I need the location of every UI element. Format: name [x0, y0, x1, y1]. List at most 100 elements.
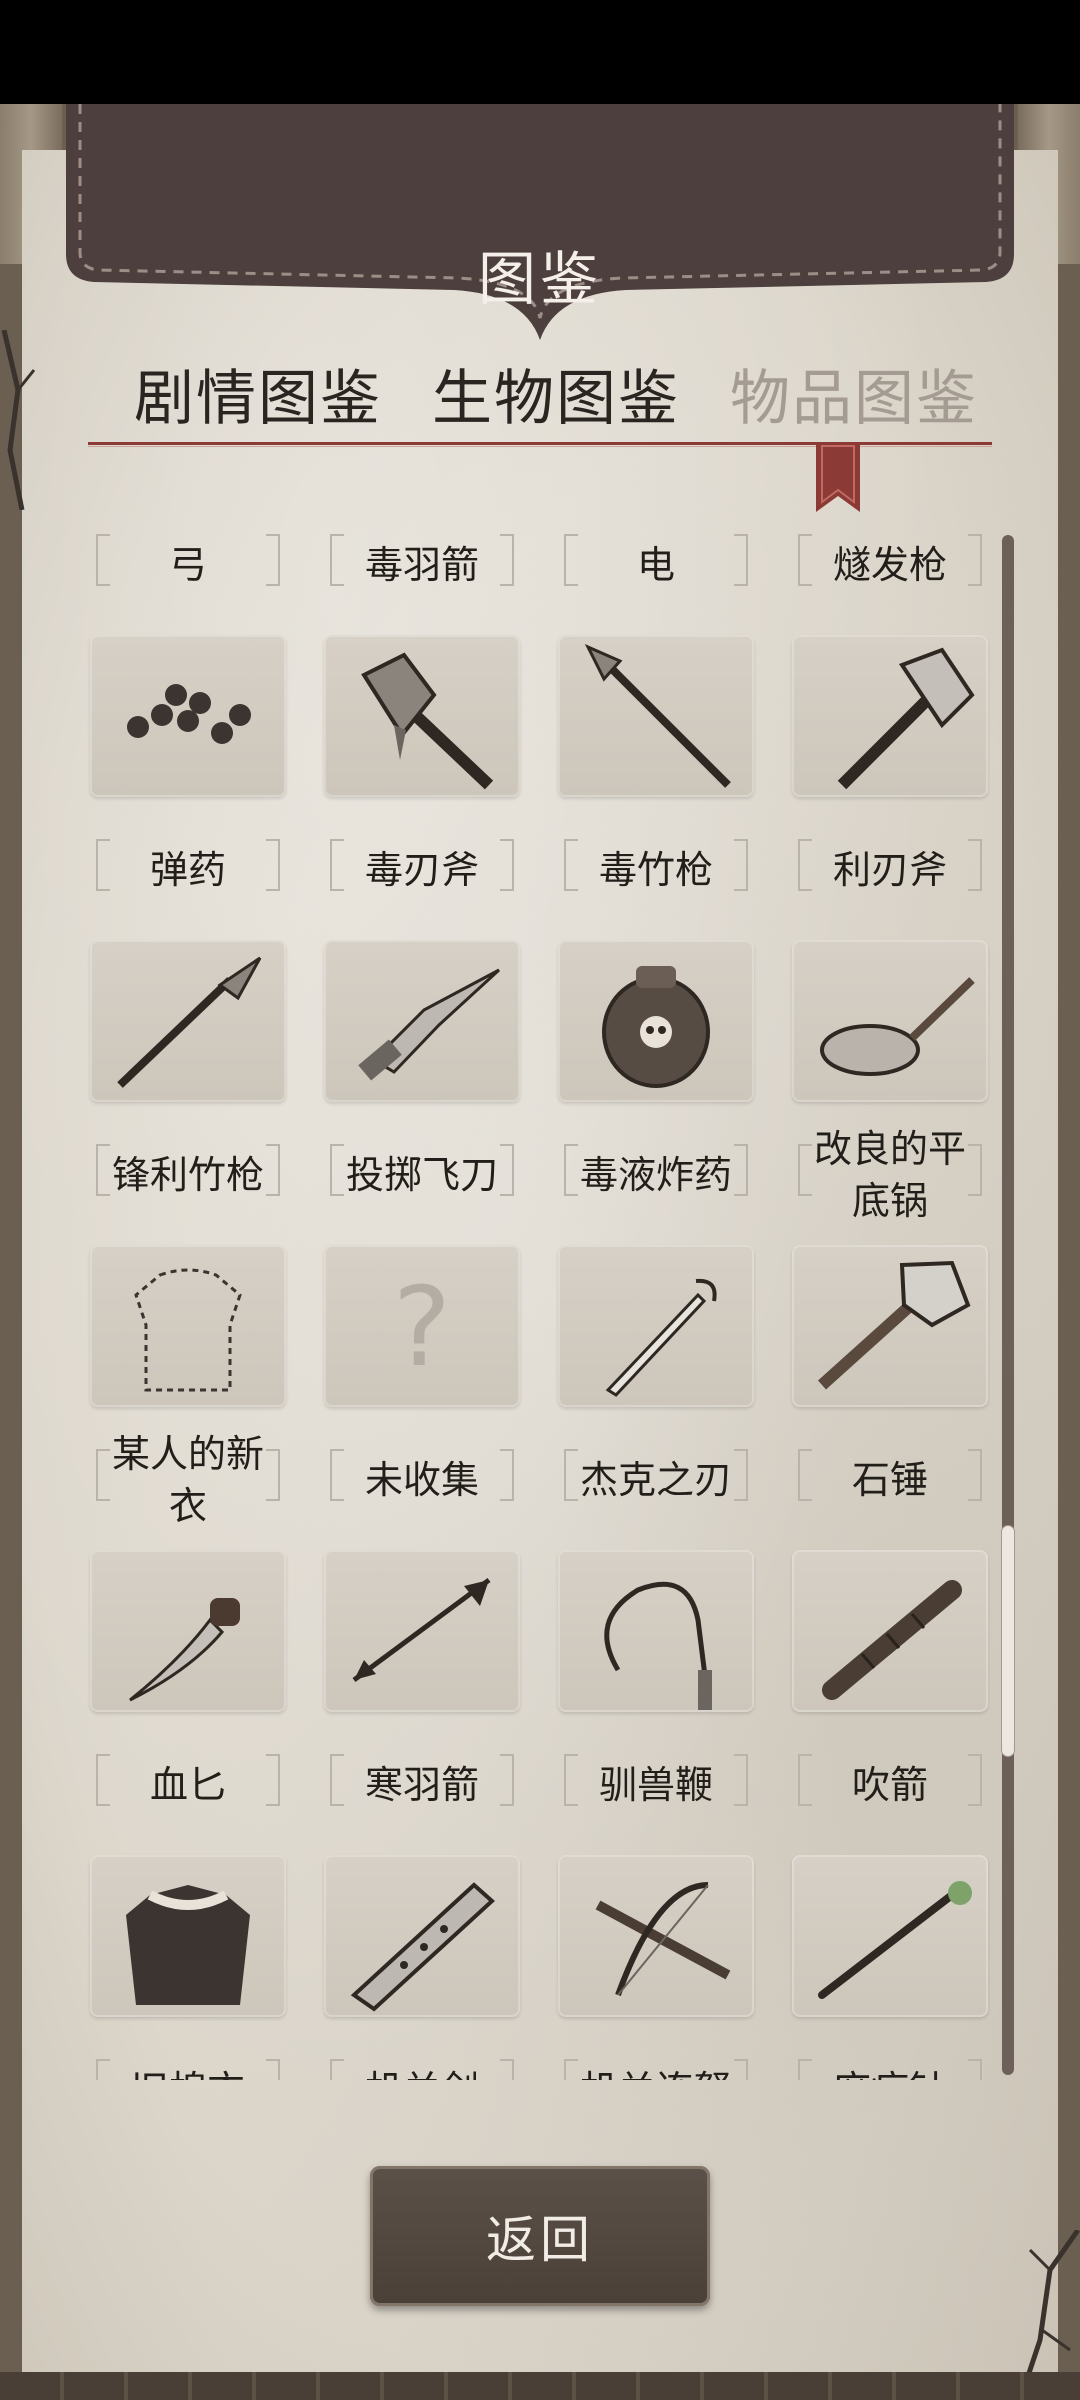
item-card[interactable]: 寒羽箭	[294, 1550, 528, 1850]
item-slot[interactable]	[90, 940, 286, 1102]
item-label: 弓	[168, 543, 207, 587]
item-label-frame: 毒竹枪	[564, 815, 748, 925]
item-card[interactable]: 毒羽箭	[294, 520, 528, 630]
item-label-frame: 旧棉衣	[96, 2035, 280, 2080]
item-card[interactable]: 改良的平底锅	[762, 940, 996, 1240]
old-cotton-coat-icon	[126, 1885, 250, 2005]
item-card[interactable]: 石锤	[762, 1245, 996, 1545]
item-card[interactable]: 燧发枪	[762, 520, 996, 630]
item-slot[interactable]	[558, 1550, 754, 1712]
throwing-knife-icon	[358, 968, 501, 1081]
item-card[interactable]: 麻痹针	[762, 1855, 996, 2080]
item-slot[interactable]	[792, 1855, 988, 2017]
question-mark-icon: ?	[393, 1263, 451, 1391]
back-button[interactable]: 返回	[370, 2166, 710, 2306]
item-label-frame: 毒羽箭	[330, 520, 514, 620]
item-label: 改良的平底锅	[813, 1127, 966, 1223]
item-slot[interactable]	[324, 635, 520, 797]
item-label-frame: 弹药	[96, 815, 280, 925]
item-slot[interactable]	[792, 1550, 988, 1712]
dotted-garment-icon	[134, 1268, 242, 1392]
item-label-frame: 锋利竹枪	[96, 1120, 280, 1230]
item-label-frame: 杰克之刃	[564, 1425, 748, 1535]
sharp-bamboo-spear-icon	[117, 956, 262, 1088]
stone-hammer-icon	[817, 1260, 971, 1390]
item-label-frame: 毒液炸药	[564, 1120, 748, 1230]
sharp-axe-icon	[837, 647, 975, 790]
item-label: 未收集	[364, 1458, 479, 1502]
item-slot[interactable]	[90, 1245, 286, 1407]
item-slot[interactable]	[558, 940, 754, 1102]
item-label: 弹药	[149, 848, 226, 892]
item-slot[interactable]	[324, 940, 520, 1102]
item-card[interactable]: 杰克之刃	[528, 1245, 762, 1545]
scrollbar-thumb[interactable]	[1002, 1526, 1014, 1756]
item-slot[interactable]	[324, 1855, 520, 2017]
item-slot[interactable]	[90, 635, 286, 797]
item-label-frame: 机关连弩	[564, 2035, 748, 2080]
item-label-frame: 燧发枪	[798, 520, 982, 620]
item-label-frame: 弓	[96, 520, 280, 620]
item-label-frame: 投掷飞刀	[330, 1120, 514, 1230]
item-card[interactable]: 毒竹枪	[528, 635, 762, 935]
scrollbar-track[interactable]	[1002, 535, 1014, 2075]
item-card[interactable]: 机关连弩	[528, 1855, 762, 2080]
item-label-frame: 寒羽箭	[330, 1730, 514, 1840]
item-card[interactable]: 驯兽鞭	[528, 1550, 762, 1850]
blowgun-icon	[822, 1580, 962, 1700]
item-slot[interactable]	[558, 1245, 754, 1407]
item-label-frame: 麻痹针	[798, 2035, 982, 2080]
item-label-frame: 电	[564, 520, 748, 620]
title-banner: 图鉴	[66, 104, 1014, 340]
item-card[interactable]: 电	[528, 520, 762, 630]
item-card[interactable]: 某人的新衣	[60, 1245, 294, 1545]
item-card[interactable]: 投掷飞刀	[294, 940, 528, 1240]
item-card[interactable]: 锋利竹枪	[60, 940, 294, 1240]
item-label: 毒竹枪	[598, 848, 713, 892]
item-label: 毒羽箭	[364, 543, 479, 587]
page-title: 图鉴	[477, 245, 602, 313]
item-label-frame: 毒刃斧	[330, 815, 514, 925]
item-label: 杰克之刃	[579, 1458, 732, 1502]
tab-creatures[interactable]: 生物图鉴	[432, 350, 680, 437]
item-slot[interactable]	[792, 1245, 988, 1407]
tab-story[interactable]: 剧情图鉴	[134, 350, 382, 437]
item-card[interactable]: 旧棉衣	[60, 1855, 294, 2080]
item-slot[interactable]	[792, 635, 988, 797]
active-tab-marker-icon	[816, 442, 860, 512]
item-card[interactable]: 吹箭	[762, 1550, 996, 1850]
item-slot[interactable]	[324, 1550, 520, 1712]
item-label: 毒刃斧	[364, 848, 479, 892]
repeating-crossbow-icon	[595, 1882, 731, 1997]
item-card[interactable]: 利刃斧	[762, 635, 996, 935]
item-card[interactable]: 弹药	[60, 635, 294, 935]
item-label: 血匕	[149, 1763, 226, 1807]
item-slot[interactable]	[558, 635, 754, 797]
category-tabs: 剧情图鉴 生物图鉴 物品图鉴	[90, 350, 990, 440]
status-bar	[0, 0, 1080, 104]
item-card[interactable]: 机关剑	[294, 1855, 528, 2080]
item-label: 投掷飞刀	[345, 1153, 498, 1197]
item-slot[interactable]: ?	[324, 1245, 520, 1407]
item-slot[interactable]	[90, 1855, 286, 2017]
item-card[interactable]: 血匕	[60, 1550, 294, 1850]
tab-items[interactable]: 物品图鉴	[730, 350, 978, 437]
item-card[interactable]: 毒刃斧	[294, 635, 528, 935]
item-label: 锋利竹枪	[111, 1153, 264, 1197]
item-label: 燧发枪	[832, 543, 947, 587]
item-label: 石锤	[851, 1458, 928, 1502]
item-card[interactable]: ? 未收集	[294, 1245, 528, 1545]
venom-bomb-icon	[602, 966, 710, 1088]
item-card[interactable]: 毒液炸药	[528, 940, 762, 1240]
jack-blade-icon	[605, 1278, 717, 1397]
item-slot[interactable]	[558, 1855, 754, 2017]
item-label: 电	[636, 543, 675, 587]
twig-decoration-left	[1, 330, 36, 510]
item-grid[interactable]: 弓 毒羽箭 电 燧发枪弹药 毒刃斧 毒竹枪 利刃斧锋利竹枪 投掷飞刀 毒液炸药 改良的平底锅某人的…	[60, 520, 1020, 2080]
item-slot[interactable]	[90, 1550, 286, 1712]
blood-dagger-icon	[129, 1598, 240, 1702]
item-slot[interactable]	[792, 940, 988, 1102]
item-label-frame: 机关剑	[330, 2035, 514, 2080]
item-card[interactable]: 弓	[60, 520, 294, 630]
item-label: 吹箭	[851, 1763, 928, 1807]
